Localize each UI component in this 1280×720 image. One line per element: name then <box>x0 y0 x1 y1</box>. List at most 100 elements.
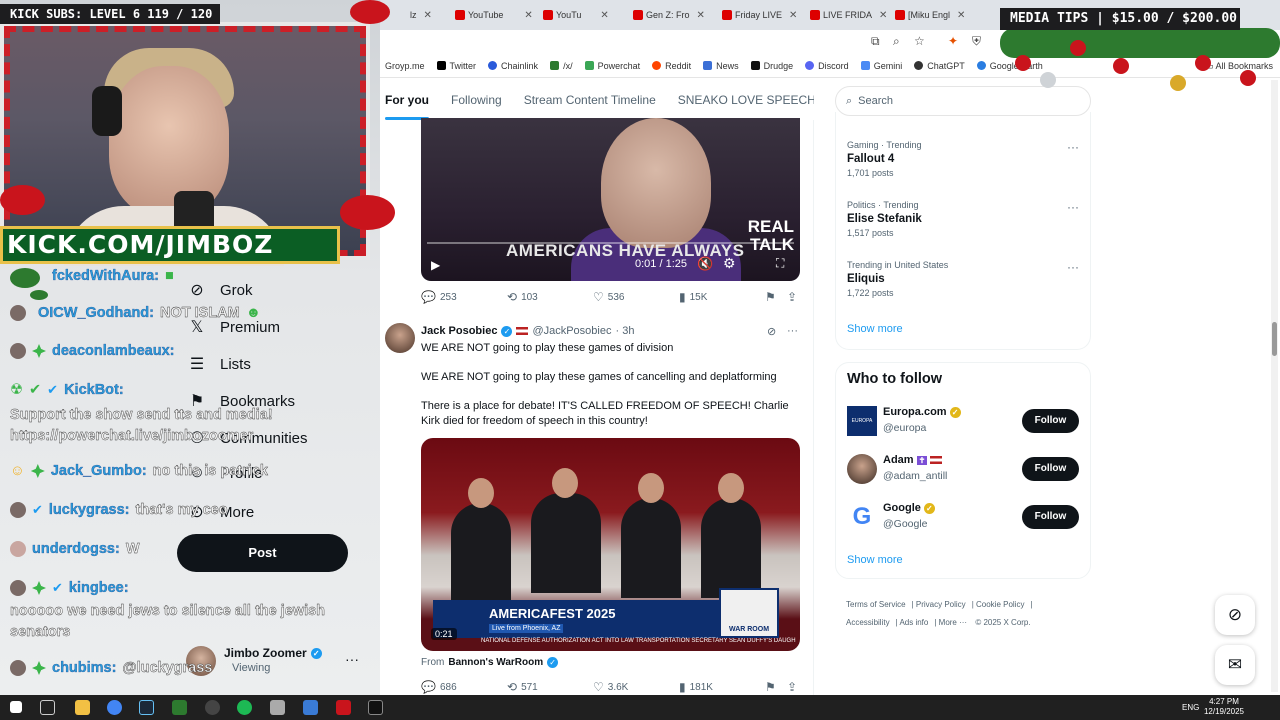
avatar[interactable] <box>847 454 877 484</box>
nav-item-grok[interactable]: ⊘ Grok <box>188 280 252 300</box>
footer-link[interactable]: Privacy Policy <box>916 600 966 609</box>
footer-link[interactable]: Ads info <box>899 618 928 627</box>
bookmark-item[interactable]: Powerchat <box>584 61 640 71</box>
repost-button[interactable]: ⟲ 103 <box>507 290 538 304</box>
bookmark-item[interactable]: Drudge <box>750 61 793 71</box>
shield-icon[interactable]: ⛨ <box>972 34 981 49</box>
bookmark-item[interactable]: Gemini <box>860 61 902 71</box>
install-app-icon[interactable]: ⧉ <box>871 34 880 49</box>
chrome-icon[interactable] <box>107 700 122 715</box>
bookmark-item[interactable]: Chainlink <box>488 61 538 71</box>
views-button[interactable]: ▮ 181K <box>679 680 713 694</box>
footer-link[interactable]: Cookie Policy <box>976 600 1024 609</box>
browser-tab[interactable]: Friday LIVE ✕ <box>722 6 797 24</box>
app-icon[interactable] <box>336 700 351 715</box>
close-tab-icon[interactable]: ✕ <box>600 10 608 21</box>
file-explorer-icon[interactable] <box>75 700 90 715</box>
obs-icon[interactable] <box>205 700 220 715</box>
author-handle[interactable]: @JackPosobiec <box>532 325 611 337</box>
play-icon[interactable]: ▶ <box>431 258 440 272</box>
follow-suggestion[interactable]: EUROPA Europa.com ✓ @europa Follow <box>847 406 1083 438</box>
close-tab-icon[interactable]: ✕ <box>789 10 797 21</box>
bookmark-item[interactable]: Discord <box>805 61 849 71</box>
tab-following[interactable]: Following <box>451 80 502 120</box>
share-button[interactable]: ⇪ <box>787 680 797 694</box>
bookmark-item[interactable]: Groyp.me <box>385 61 425 71</box>
app-icon[interactable] <box>368 700 383 715</box>
trend-item[interactable]: Trending in United States Eliquis 1,722 … <box>847 260 1087 298</box>
footer-link[interactable]: Accessibility <box>846 618 890 627</box>
scrollbar[interactable] <box>1271 80 1278 692</box>
spotify-icon[interactable] <box>237 700 252 715</box>
scrollbar-thumb[interactable] <box>1272 322 1277 356</box>
bookmark-item[interactable]: Twitter <box>436 61 476 71</box>
author-name[interactable]: Jack Posobiec <box>421 325 497 337</box>
views-button[interactable]: ▮ 15K <box>679 290 707 304</box>
bookmark-button[interactable]: ⚑ <box>765 290 776 304</box>
follow-button[interactable]: Follow <box>1022 409 1079 433</box>
more-icon[interactable]: ··· <box>1067 140 1079 154</box>
reply-button[interactable]: 💬 686 <box>421 680 457 694</box>
steam-icon[interactable] <box>139 700 154 715</box>
post-button[interactable]: Post <box>177 534 348 572</box>
app-icon[interactable] <box>270 700 285 715</box>
footer-link[interactable]: Terms of Service <box>846 600 906 609</box>
more-icon[interactable]: ··· <box>345 651 359 667</box>
extension-icon[interactable]: ✦ <box>948 34 958 48</box>
close-tab-icon[interactable]: ✕ <box>697 10 705 21</box>
bookmark-item[interactable]: Reddit <box>652 61 691 71</box>
close-tab-icon[interactable]: ✕ <box>957 10 965 21</box>
windows-start-icon[interactable] <box>10 701 22 713</box>
more-icon[interactable]: ··· <box>787 325 798 337</box>
bookmark-item[interactable]: /x/ <box>550 61 573 71</box>
grok-button[interactable]: ⊘ <box>1215 595 1255 635</box>
video-player[interactable]: AMERICAFEST 2025 Live from Phoenix, AZ N… <box>421 438 800 651</box>
task-view-icon[interactable] <box>40 700 55 715</box>
tab-stream-content-timeline[interactable]: Stream Content Timeline <box>524 80 656 120</box>
system-clock[interactable]: 4:27 PM 12/19/2025 <box>1200 697 1248 717</box>
show-more-follow-link[interactable]: Show more <box>847 554 903 566</box>
reply-button[interactable]: 💬 253 <box>421 290 457 304</box>
browser-tab[interactable]: lz ✕ <box>410 6 432 24</box>
follow-suggestion[interactable]: Adam ✝ @adam_antill Follow <box>847 454 1083 486</box>
zoom-icon[interactable]: ⌕ <box>893 34 900 49</box>
browser-tab[interactable]: [Miku Engl ✕ <box>895 6 965 24</box>
repost-button[interactable]: ⟲ 571 <box>507 680 538 694</box>
more-icon[interactable]: ··· <box>1067 260 1079 274</box>
app-icon[interactable] <box>172 700 187 715</box>
close-tab-icon[interactable]: ✕ <box>424 10 432 21</box>
browser-tab[interactable]: YouTube ✕ <box>455 6 533 24</box>
close-tab-icon[interactable]: ✕ <box>524 10 532 21</box>
like-button[interactable]: ♡ 3.6K <box>593 680 628 694</box>
settings-icon[interactable]: ⚙ <box>723 255 736 272</box>
nav-item-lists[interactable]: ☰ Lists <box>188 354 251 374</box>
footer-link[interactable]: More ··· <box>939 618 967 627</box>
tab-for-you[interactable]: For you <box>385 80 429 120</box>
more-icon[interactable]: ··· <box>1067 200 1079 214</box>
trend-item[interactable]: Politics · Trending Elise Stefanik 1,517… <box>847 200 1087 238</box>
language-indicator[interactable]: ENG <box>1182 703 1199 712</box>
follow-suggestion[interactable]: G Google ✓ @Google Follow <box>847 502 1083 534</box>
source-link[interactable]: Bannon's WarRoom <box>448 657 543 668</box>
share-button[interactable]: ⇪ <box>787 290 797 304</box>
avatar[interactable]: EUROPA <box>847 406 877 436</box>
mute-icon[interactable]: 🔇 <box>697 256 713 272</box>
tweet-time[interactable]: · 3h <box>615 325 634 337</box>
profile-name[interactable]: Jimbo Zoomer ✓ <box>224 646 322 660</box>
trend-item[interactable]: Gaming · Trending Fallout 4 1,701 posts … <box>847 140 1087 178</box>
bookmark-star-icon[interactable]: ☆ <box>914 34 925 48</box>
grok-icon[interactable]: ⊘ <box>767 325 776 338</box>
bookmark-button[interactable]: ⚑ <box>765 680 776 694</box>
follow-button[interactable]: Follow <box>1022 457 1079 481</box>
browser-tab[interactable]: YouTu ✕ <box>543 6 609 24</box>
show-more-trends-link[interactable]: Show more <box>847 323 903 335</box>
video-player[interactable]: AMERICANS HAVE ALWAYS REAL TALK ▶ 0:01 / … <box>421 118 800 281</box>
app-icon[interactable] <box>303 700 318 715</box>
google-logo-icon[interactable]: G <box>847 502 877 532</box>
browser-tab[interactable]: LIVE FRIDA ✕ <box>810 6 887 24</box>
avatar[interactable] <box>385 323 415 353</box>
bookmark-item[interactable]: ChatGPT <box>914 61 965 71</box>
bookmark-item[interactable]: News <box>703 61 739 71</box>
messages-button[interactable]: ✉ <box>1215 645 1255 685</box>
follow-button[interactable]: Follow <box>1022 505 1079 529</box>
